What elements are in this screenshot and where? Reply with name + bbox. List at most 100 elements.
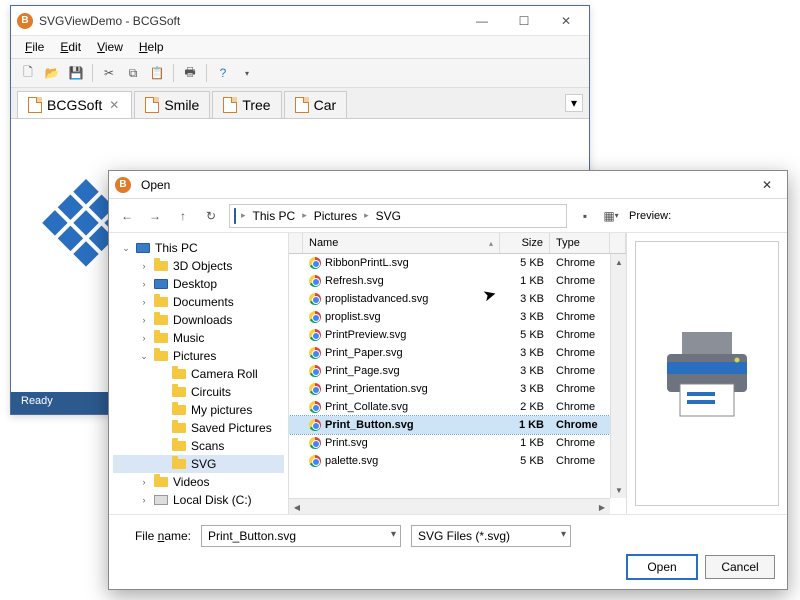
nav-forward-icon[interactable]: →	[145, 206, 165, 226]
tree-toggle-icon[interactable]: ›	[139, 495, 149, 505]
filter-combo[interactable]: SVG Files (*.svg)	[411, 525, 571, 547]
dropdown-icon[interactable]: ▾	[236, 62, 258, 84]
tree-toggle-icon[interactable]: ⌄	[139, 351, 149, 362]
file-type: Chrome	[550, 455, 610, 467]
tree-item-circuits[interactable]: Circuits	[113, 383, 284, 401]
tree-toggle-icon[interactable]: ›	[139, 477, 149, 487]
tab-car[interactable]: Car	[284, 91, 348, 118]
menu-edit[interactable]: Edit	[54, 38, 87, 56]
dialog-close-button[interactable]: ✕	[753, 178, 781, 192]
tree-toggle-icon[interactable]: ›	[139, 333, 149, 343]
new-icon[interactable]: 🗋	[17, 62, 39, 84]
tree-toggle-icon[interactable]: ›	[139, 297, 149, 307]
file-row[interactable]: Print_Collate.svg2 KBChrome	[289, 398, 626, 416]
preview-label: Preview:	[629, 210, 779, 222]
chrome-icon	[309, 383, 321, 395]
open-button[interactable]: Open	[627, 555, 697, 579]
tree-item-camera-roll[interactable]: Camera Roll	[113, 365, 284, 383]
file-row[interactable]: Print_Orientation.svg3 KBChrome	[289, 380, 626, 398]
menu-file[interactable]: File	[19, 38, 50, 56]
column-size[interactable]: Size	[500, 233, 550, 253]
tree-item-pictures[interactable]: ⌄Pictures	[113, 347, 284, 365]
file-name: Print_Button.svg	[325, 419, 414, 431]
breadcrumb[interactable]: ▸ This PC ▸ Pictures ▸ SVG	[229, 204, 567, 228]
tree-item-scans[interactable]: Scans	[113, 437, 284, 455]
print-icon[interactable]: 🖶	[179, 62, 201, 84]
tree-item-local-disk-c-[interactable]: ›Local Disk (C:)	[113, 491, 284, 509]
minimize-button[interactable]: —	[465, 9, 499, 33]
column-type[interactable]: Type	[550, 233, 610, 253]
tree-item-downloads[interactable]: ›Downloads	[113, 311, 284, 329]
breadcrumb-item[interactable]: Pictures	[312, 209, 359, 223]
breadcrumb-item[interactable]: This PC	[251, 209, 298, 223]
tree-toggle-icon[interactable]: ›	[139, 279, 149, 289]
help-icon[interactable]: ?	[212, 62, 234, 84]
chevron-right-icon: ▸	[238, 210, 249, 221]
tree-item-desktop[interactable]: ›Desktop	[113, 275, 284, 293]
file-row[interactable]: palette.svg5 KBChrome	[289, 452, 626, 470]
tab-smile[interactable]: Smile	[134, 91, 210, 118]
folder-tree[interactable]: ⌄This PC›3D Objects›Desktop›Documents›Do…	[109, 233, 289, 514]
nav-back-icon[interactable]: ←	[117, 206, 137, 226]
file-row[interactable]: PrintPreview.svg5 KBChrome	[289, 326, 626, 344]
filename-combo[interactable]: Print_Button.svg	[201, 525, 401, 547]
tree-item-3d-objects[interactable]: ›3D Objects	[113, 257, 284, 275]
filename-label: File name:	[121, 529, 191, 543]
breadcrumb-item[interactable]: SVG	[374, 209, 403, 223]
maximize-button[interactable]: ☐	[507, 9, 541, 33]
tree-item-videos[interactable]: › Videos	[113, 473, 284, 491]
paste-icon[interactable]: 📋	[146, 62, 168, 84]
tree-item-documents[interactable]: ›Documents	[113, 293, 284, 311]
file-row[interactable]: proplistadvanced.svg3 KBChrome	[289, 290, 626, 308]
scroll-left-icon[interactable]: ◀	[289, 499, 305, 514]
tree-toggle-icon[interactable]: ›	[139, 315, 149, 325]
tree-label: Videos	[173, 475, 209, 489]
tree-item-my-pictures[interactable]: My pictures	[113, 401, 284, 419]
view-list-icon[interactable]: ▦▾	[601, 206, 621, 226]
nav-refresh-icon[interactable]: ↻	[201, 206, 221, 226]
tree-item-saved-pictures[interactable]: Saved Pictures	[113, 419, 284, 437]
file-name: Print_Orientation.svg	[325, 383, 428, 395]
tabbar: BCGSoft✕SmileTreeCar ▾	[11, 88, 589, 119]
column-name[interactable]: Name ▴	[303, 233, 500, 253]
file-row[interactable]: Print.svg1 KBChrome	[289, 434, 626, 452]
file-size: 3 KB	[500, 365, 550, 377]
tree-item-music[interactable]: › Music	[113, 329, 284, 347]
tree-toggle-icon[interactable]: ›	[139, 261, 149, 271]
save-icon[interactable]: 💾	[65, 62, 87, 84]
file-row[interactable]: Print_Button.svg1 KBChrome	[289, 416, 626, 434]
tree-item-svg[interactable]: SVG	[113, 455, 284, 473]
pc-icon	[135, 241, 151, 255]
cut-icon[interactable]: ✂	[98, 62, 120, 84]
menu-view[interactable]: View	[91, 38, 129, 56]
vertical-scrollbar[interactable]: ▲ ▼	[610, 254, 626, 498]
nav-up-icon[interactable]: ↑	[173, 206, 193, 226]
scroll-up-icon[interactable]: ▲	[611, 254, 626, 270]
tab-overflow-button[interactable]: ▾	[565, 94, 583, 112]
file-row[interactable]: Print_Page.svg3 KBChrome	[289, 362, 626, 380]
file-row[interactable]: Print_Paper.svg3 KBChrome	[289, 344, 626, 362]
file-row[interactable]: proplist.svg3 KBChrome	[289, 308, 626, 326]
tab-close-icon[interactable]: ✕	[107, 98, 121, 112]
scroll-right-icon[interactable]: ▶	[594, 499, 610, 514]
tree-toggle-icon[interactable]: ⌄	[121, 243, 131, 254]
dialog-navbar: ← → ↑ ↻ ▸ This PC ▸ Pictures ▸ SVG ▪ ▦▾ …	[109, 199, 787, 233]
copy-icon[interactable]: ⧉	[122, 62, 144, 84]
folder-icon	[171, 385, 187, 399]
tab-tree[interactable]: Tree	[212, 91, 281, 118]
file-row[interactable]: RibbonPrintL.svg5 KBChrome	[289, 254, 626, 272]
preview-pane	[627, 233, 787, 514]
file-name: palette.svg	[325, 455, 378, 467]
cancel-button[interactable]: Cancel	[705, 555, 775, 579]
scroll-down-icon[interactable]: ▼	[611, 482, 626, 498]
horizontal-scrollbar[interactable]: ◀ ▶	[289, 498, 610, 514]
menu-help[interactable]: Help	[133, 38, 170, 56]
close-button[interactable]: ✕	[549, 9, 583, 33]
file-row[interactable]: Refresh.svg1 KBChrome	[289, 272, 626, 290]
tree-label: Music	[173, 331, 204, 345]
chrome-icon	[309, 293, 321, 305]
view-folder-icon[interactable]: ▪	[575, 206, 595, 226]
open-icon[interactable]: 📂	[41, 62, 63, 84]
tab-bcgsoft[interactable]: BCGSoft✕	[17, 91, 132, 118]
tree-item-this-pc[interactable]: ⌄This PC	[113, 239, 284, 257]
